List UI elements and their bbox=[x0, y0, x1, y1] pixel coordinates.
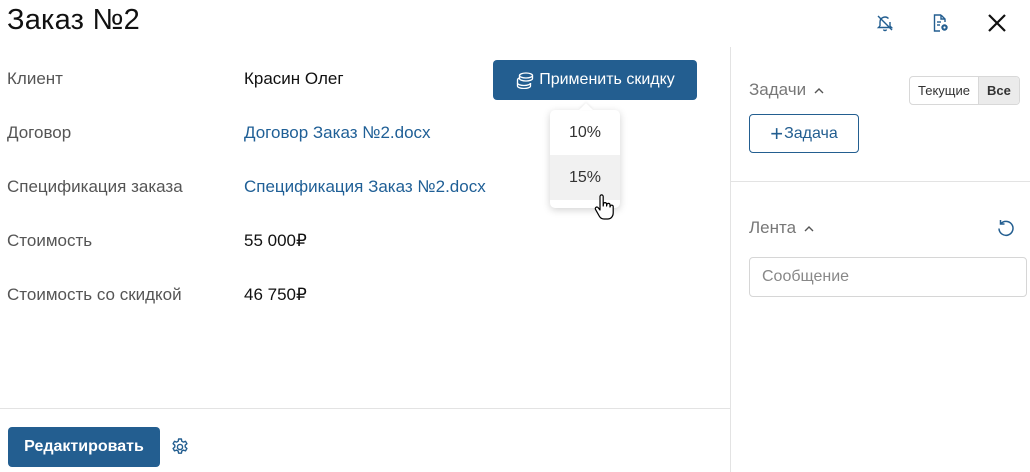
field-contract: Договор Договор Заказ №2.docx bbox=[7, 123, 487, 147]
field-specification: Спецификация заказа Спецификация Заказ №… bbox=[7, 177, 487, 201]
header-actions bbox=[872, 10, 1010, 36]
add-task-label: Задача bbox=[784, 124, 838, 142]
field-label: Спецификация заказа bbox=[7, 177, 183, 196]
message-input[interactable] bbox=[749, 257, 1027, 297]
specification-file-link[interactable]: Спецификация Заказ №2.docx bbox=[244, 177, 486, 197]
plus-icon: + bbox=[770, 120, 784, 146]
field-label: Стоимость bbox=[7, 231, 93, 250]
divider bbox=[730, 47, 731, 472]
filter-all[interactable]: Все bbox=[978, 77, 1019, 104]
discount-option[interactable]: 10% bbox=[550, 110, 620, 155]
filter-current[interactable]: Текущие bbox=[910, 77, 978, 104]
refresh-icon[interactable] bbox=[996, 218, 1016, 238]
field-value: 55 000₽ bbox=[244, 231, 307, 250]
chevron-up-icon bbox=[804, 225, 814, 231]
field-price: Стоимость 55 000₽ bbox=[7, 231, 487, 255]
field-value: 46 750₽ bbox=[244, 285, 307, 304]
tasks-filter: Текущие Все bbox=[909, 76, 1020, 105]
bell-off-icon[interactable] bbox=[872, 10, 898, 36]
apply-discount-button[interactable]: Применить скидку bbox=[493, 60, 697, 100]
coins-icon bbox=[517, 72, 534, 89]
apply-discount-label: Применить скидку bbox=[539, 71, 675, 88]
field-value: Красин Олег bbox=[244, 69, 344, 88]
feed-heading-label: Лента bbox=[749, 218, 797, 237]
edit-button[interactable]: Редактировать bbox=[8, 427, 160, 467]
page-title: Заказ №2 bbox=[7, 4, 140, 36]
tasks-heading[interactable]: Задачи bbox=[749, 80, 824, 100]
chevron-up-icon bbox=[814, 87, 824, 93]
hand-cursor-icon bbox=[594, 194, 614, 220]
field-label: Клиент bbox=[7, 69, 63, 88]
gear-icon[interactable] bbox=[170, 437, 190, 457]
field-client: Клиент Красин Олег bbox=[7, 69, 487, 93]
close-icon[interactable] bbox=[984, 10, 1010, 36]
contract-file-link[interactable]: Договор Заказ №2.docx bbox=[244, 123, 431, 143]
field-label: Стоимость со скидкой bbox=[7, 285, 182, 304]
feed-heading[interactable]: Лента bbox=[749, 218, 814, 238]
add-task-button[interactable]: + Задача bbox=[749, 114, 859, 153]
divider bbox=[0, 408, 730, 409]
document-settings-icon[interactable] bbox=[927, 10, 953, 36]
field-label: Договор bbox=[7, 123, 72, 142]
field-discounted-price: Стоимость со скидкой 46 750₽ bbox=[7, 285, 487, 309]
tasks-heading-label: Задачи bbox=[749, 80, 807, 99]
divider bbox=[731, 181, 1030, 182]
